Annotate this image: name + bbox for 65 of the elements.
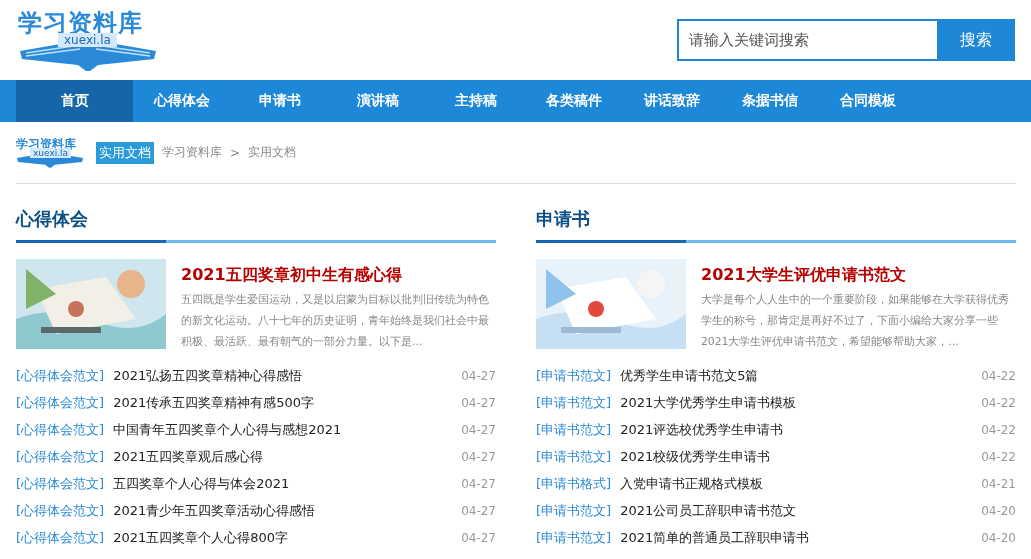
article-link[interactable]: 2021简单的普通员工辞职申请书 [620,528,982,547]
category-link[interactable]: [心得体会范文] [16,393,105,412]
article-link[interactable]: 优秀学生申请书范文5篇 [620,366,982,385]
category-link[interactable]: [申请书范文] [536,528,612,547]
category-link[interactable]: [申请书范文] [536,393,612,412]
article-link[interactable]: 2021评选校优秀学生申请书 [620,420,982,439]
date-text: 04-22 [981,368,1016,383]
article-link[interactable]: 中国青年五四奖章个人心得与感想2021 [113,420,462,439]
nav-tab[interactable]: 各类稿件 [525,80,623,122]
article-summary: 五四既是学生爱国运动，又是以启蒙为目标以批判旧传统为特色的新文化运动。八十七年的历史证明，青年始终是我们社会中最积极、最活跃、最有朝气的一部分力量。以下是... [181,292,490,350]
category-link[interactable]: [心得体会范文] [16,501,105,520]
article-summary: 大学是每个人人生中的一个重要阶段，如果能够在大学获得优秀学生的称号，那肯定是再好不过了，下面小编给大家分享一些2021大学生评优申请书范文，希望能够帮助大家，... [701,292,1010,350]
logo-domain: xuexi.la [30,148,72,158]
logo-domain: xuexi.la [58,33,117,47]
article-link[interactable]: 五四奖章个人心得与体会2021 [113,474,462,493]
nav-tab[interactable]: 心得体会 [133,80,231,122]
date-text: 04-20 [981,503,1016,518]
category-link[interactable]: [心得体会范文] [16,420,105,439]
article-link[interactable]: 2021校级优秀学生申请书 [620,447,982,466]
breadcrumb-link[interactable]: 学习资料库 [162,144,222,161]
date-text: 04-22 [981,422,1016,437]
section-title: 申请书 [536,207,591,231]
section-title: 心得体会 [16,207,89,231]
article-link[interactable]: 2021大学优秀学生申请书模板 [620,393,982,412]
category-link[interactable]: [申请书范文] [536,447,612,466]
date-text: 04-27 [461,368,496,383]
date-text: 04-20 [981,530,1016,545]
nav-tab[interactable]: 合同模板 [819,80,917,122]
date-text: 04-27 [461,530,496,545]
nav-tab[interactable]: 申请书 [231,80,329,122]
nav-tab[interactable]: 主持稿 [427,80,525,122]
breadcrumb-link[interactable]: 实用文档 [248,144,297,161]
category-link[interactable]: [申请书范文] [536,420,612,439]
nav-tab[interactable]: 讲话致辞 [623,80,721,122]
category-link[interactable]: [心得体会范文] [16,366,105,385]
date-text: 04-27 [461,449,496,464]
category-link[interactable]: [心得体会范文] [16,447,105,466]
category-link[interactable]: [申请书范文] [536,366,612,385]
article-title[interactable]: 2021五四奖章初中生有感心得 [181,265,496,285]
article-title[interactable]: 2021大学生评优申请书范文 [701,265,1016,285]
search-button[interactable]: 搜索 [937,19,1015,61]
article-link[interactable]: 2021弘扬五四奖章精神心得感悟 [113,366,462,385]
nav-tab[interactable]: 演讲稿 [329,80,427,122]
article-link[interactable]: 入党申请书正规格式模板 [620,474,982,493]
article-link[interactable]: 2021青少年五四奖章活动心得感悟 [113,501,462,520]
article-link[interactable]: 2021五四奖章个人心得800字 [113,528,462,547]
article-link[interactable]: 2021五四奖章观后感心得 [113,447,462,466]
date-text: 04-22 [981,449,1016,464]
date-text: 04-27 [461,503,496,518]
date-text: 04-27 [461,476,496,491]
article-link[interactable]: 2021传承五四奖章精神有感500字 [113,393,462,412]
category-link[interactable]: [申请书格式] [536,474,612,493]
nav-tab[interactable]: 首页 [16,80,133,122]
nav-tab[interactable]: 条据书信 [721,80,819,122]
date-text: 04-22 [981,395,1016,410]
category-link[interactable]: [申请书范文] [536,501,612,520]
breadcrumb-separator: > [230,145,241,160]
search-field[interactable]: 请输入关键词搜索 [677,19,937,61]
category-link[interactable]: [心得体会范文] [16,528,105,547]
category-link[interactable]: [心得体会范文] [16,474,105,493]
date-text: 04-21 [981,476,1016,491]
date-text: 04-27 [461,395,496,410]
article-link[interactable]: 2021公司员工辞职申请书范文 [620,501,982,520]
date-text: 04-27 [461,422,496,437]
category-badge[interactable]: 实用文档 [96,141,154,164]
